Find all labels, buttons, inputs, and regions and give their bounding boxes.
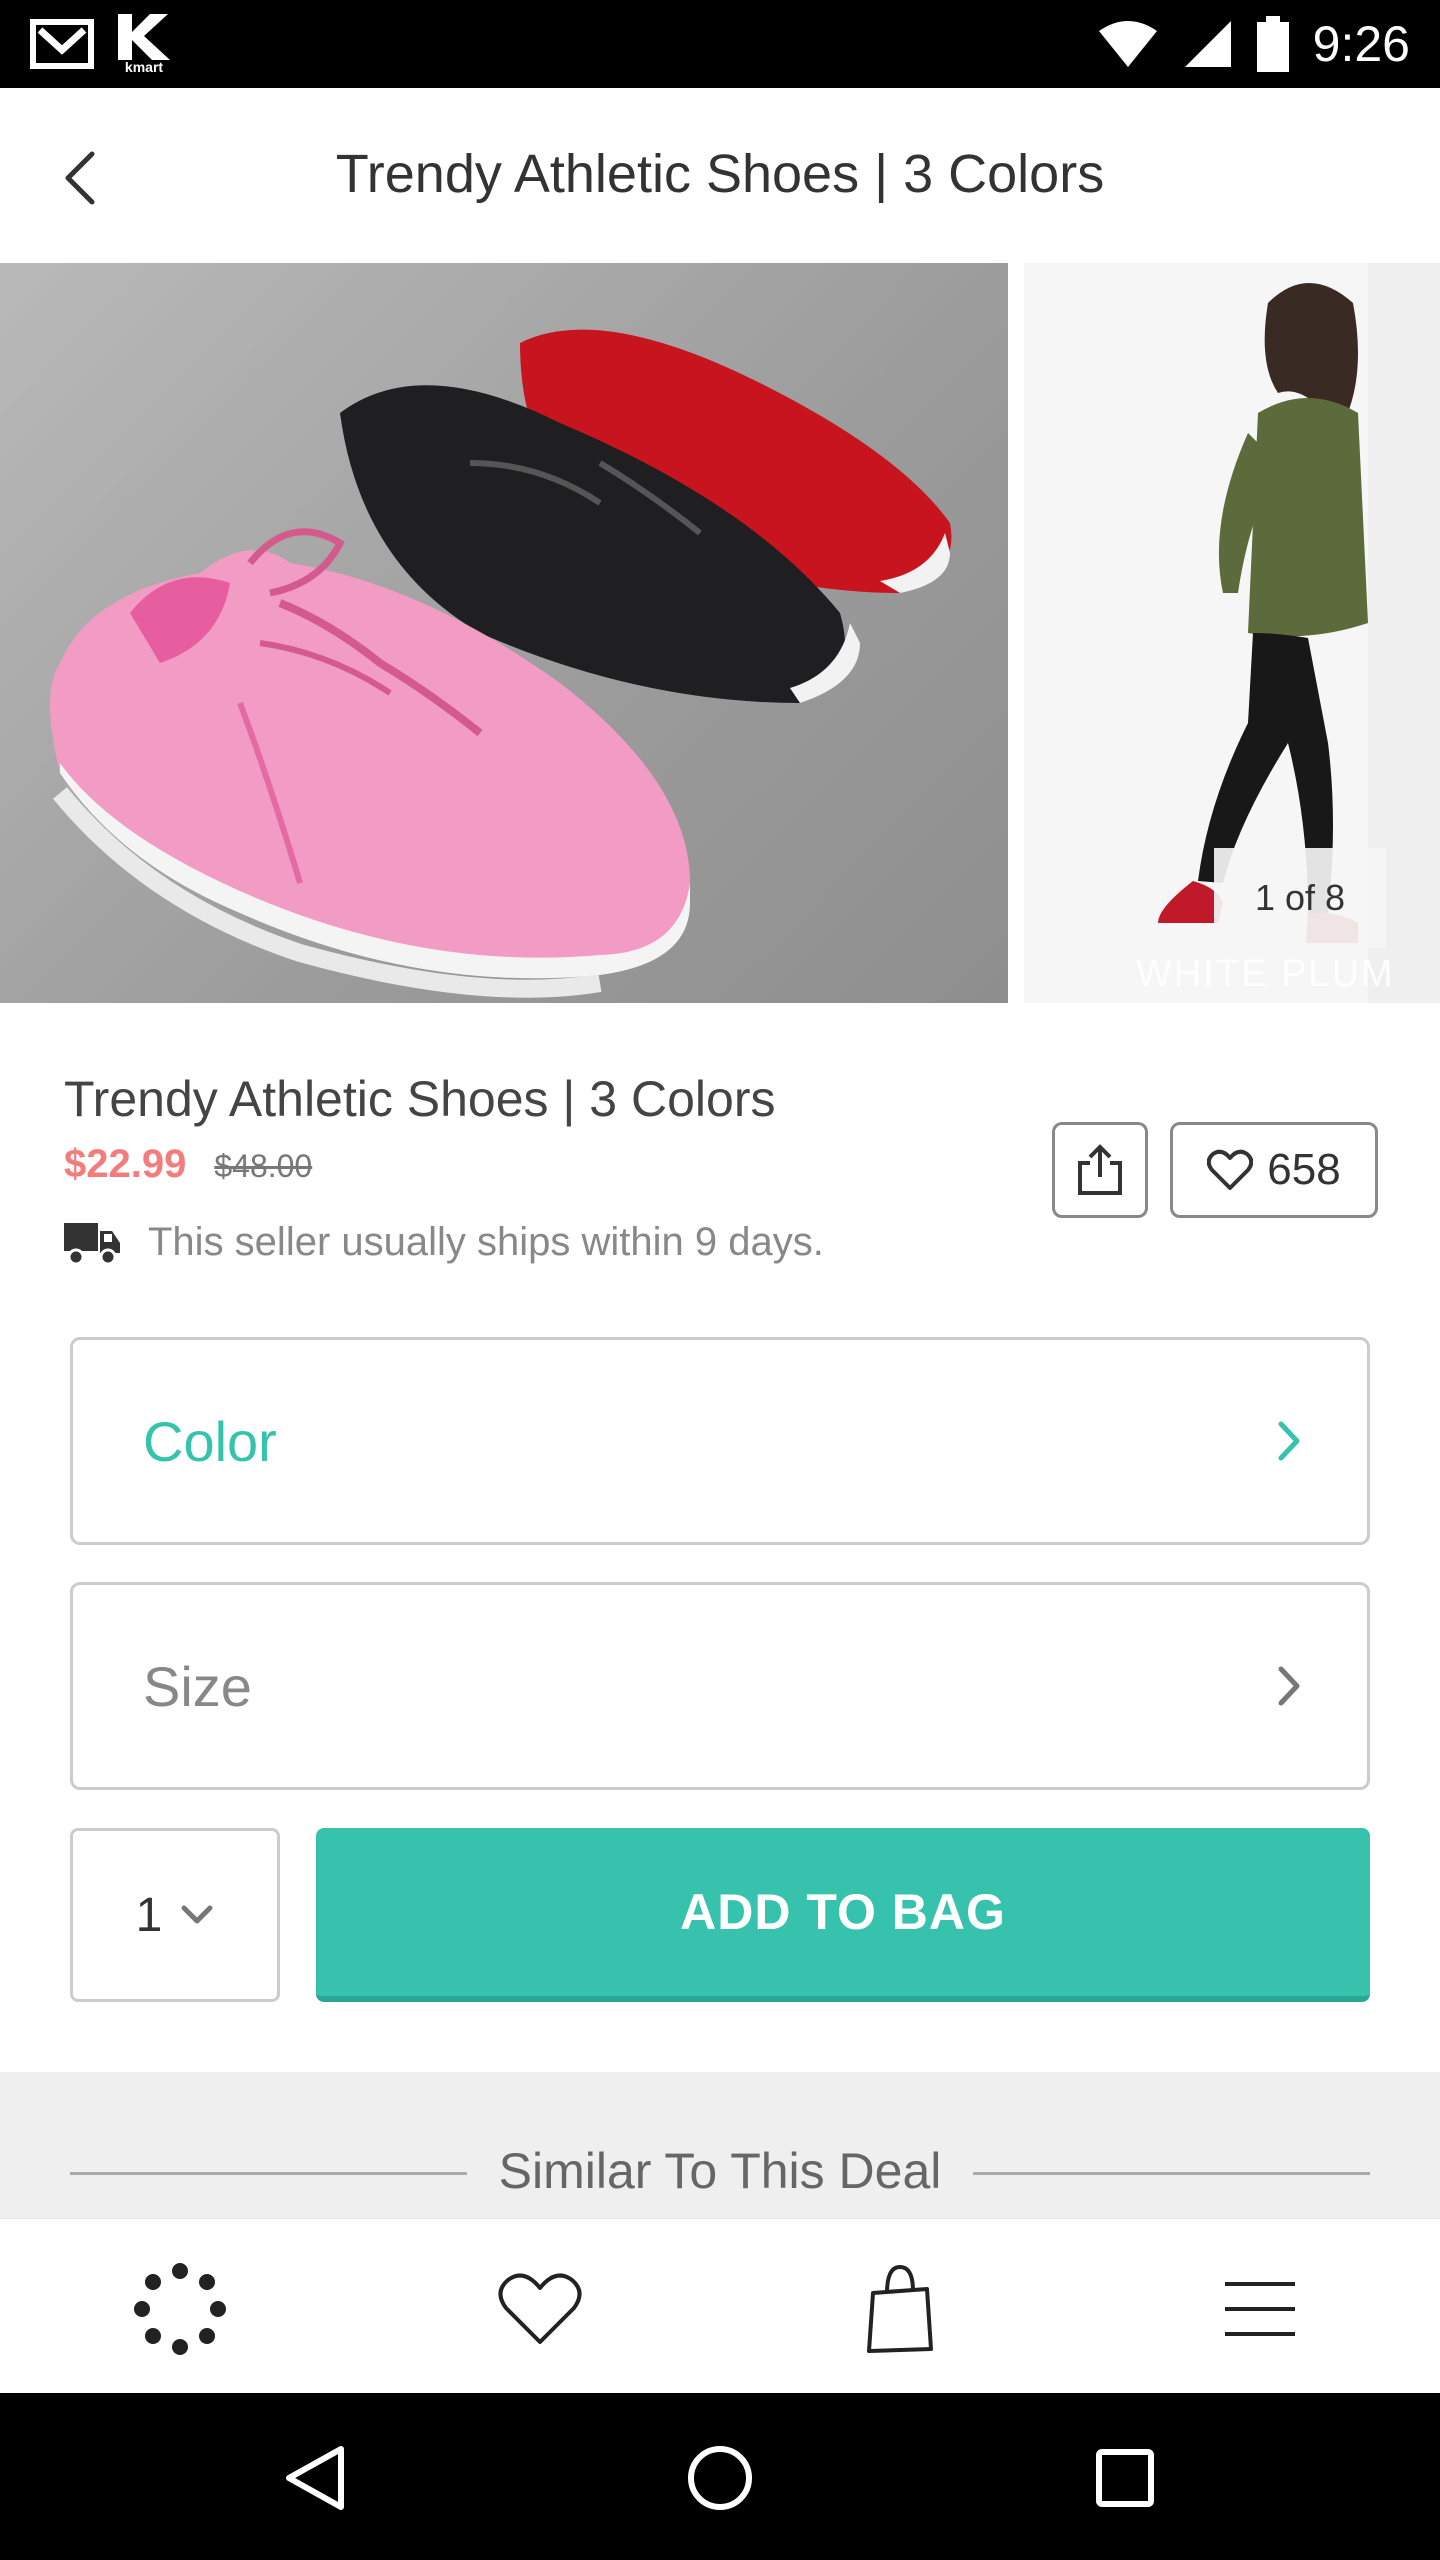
gmail-icon (30, 19, 94, 69)
chevron-down-icon (181, 1905, 213, 1924)
heart-icon (498, 2273, 582, 2344)
dots-loader-icon (134, 2263, 226, 2355)
recents-square-icon (1096, 2449, 1154, 2507)
truck-icon (64, 1222, 120, 1265)
home-circle-icon (688, 2446, 752, 2510)
status-right-icons: 9:26 (1097, 0, 1410, 88)
back-triangle-icon (286, 2446, 344, 2510)
similar-title: Similar To This Deal (466, 2143, 974, 2199)
kmart-icon: kmart (116, 14, 172, 74)
size-selector[interactable]: Size (70, 1582, 1370, 1790)
battery-icon (1256, 16, 1289, 72)
menu-icon (1225, 2282, 1295, 2336)
image-counter: 1 of 8 (1214, 848, 1386, 948)
nav-home[interactable] (125, 2254, 235, 2364)
product-title: Trendy Athletic Shoes | 3 Colors (64, 1071, 776, 1127)
image-watermark: WHITE PLUM (1136, 953, 1395, 995)
quantity-value: 1 (135, 1888, 163, 1942)
size-label: Size (143, 1654, 252, 1718)
share-button[interactable] (1052, 1122, 1148, 1218)
sneakers-photo (50, 329, 952, 998)
share-icon (1078, 1144, 1122, 1195)
android-recents-button[interactable] (1080, 2433, 1170, 2523)
chevron-right-icon (1278, 1666, 1300, 1706)
product-image-main[interactable] (0, 263, 1008, 1003)
status-left-icons: kmart (30, 14, 172, 74)
add-to-bag-button[interactable]: ADD TO BAG (316, 1828, 1370, 2002)
price-row: $22.99 $48.00 (64, 1142, 312, 1187)
signal-icon (1184, 21, 1231, 67)
nav-bag[interactable] (845, 2254, 955, 2364)
quantity-dropdown[interactable]: 1 (70, 1828, 280, 2002)
nav-menu[interactable] (1205, 2254, 1315, 2364)
android-back-button[interactable] (270, 2433, 360, 2523)
status-bar: kmart 9:26 (0, 0, 1440, 88)
android-nav-bar (0, 2393, 1440, 2560)
shopping-bag-icon (867, 2264, 933, 2353)
bottom-nav (0, 2218, 1440, 2393)
product-image-gallery[interactable]: WHITE PLUM 1 of 8 (0, 263, 1440, 1003)
image-divider (1008, 263, 1024, 1003)
page-title: Trendy Athletic Shoes | 3 Colors (335, 144, 1105, 204)
shipping-info: This seller usually ships within 9 days. (64, 1220, 824, 1265)
sale-price: $22.99 (64, 1142, 187, 1186)
android-home-button[interactable] (675, 2433, 765, 2523)
shipping-text: This seller usually ships within 9 days. (148, 1220, 824, 1264)
wifi-icon (1098, 21, 1157, 67)
similar-section: Similar To This Deal (0, 2072, 1440, 2220)
like-count: 658 (1267, 1145, 1341, 1194)
original-price: $48.00 (214, 1148, 313, 1184)
app-header: Trendy Athletic Shoes | 3 Colors (0, 88, 1440, 263)
similar-title-wrap: Similar To This Deal (0, 2142, 1440, 2200)
chevron-right-icon (1278, 1421, 1300, 1461)
kmart-label: kmart (124, 59, 164, 75)
color-selector[interactable]: Color (70, 1337, 1370, 1545)
color-label: Color (143, 1409, 277, 1473)
status-time: 9:26 (1312, 16, 1410, 72)
nav-wishlist[interactable] (485, 2254, 595, 2364)
like-button[interactable]: 658 (1170, 1122, 1378, 1218)
heart-outline-icon (1207, 1149, 1254, 1190)
